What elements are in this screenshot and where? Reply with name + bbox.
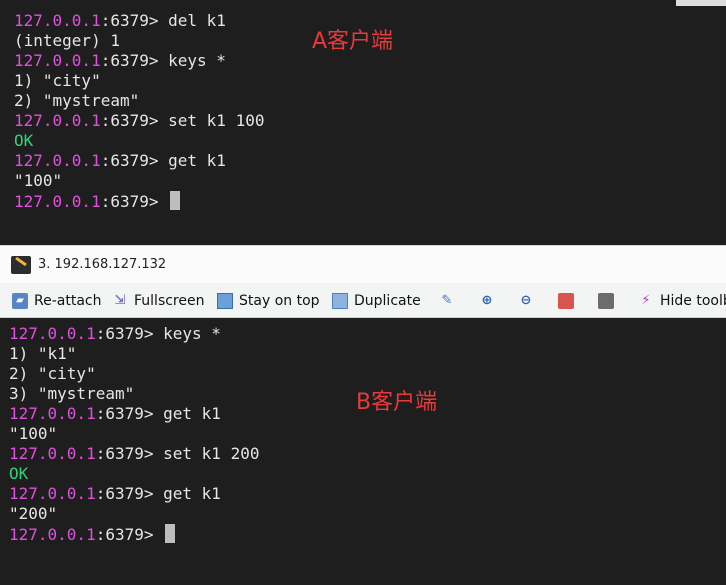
toolbar: ▰ Re-attach ⇲ Fullscreen Stay on top Dup…	[0, 283, 726, 318]
duplicate-label: Duplicate	[354, 292, 421, 309]
terminal-line: 2) "city"	[9, 364, 96, 383]
zoom-in-icon: ⊕	[481, 292, 493, 308]
save-icon	[558, 292, 574, 309]
window-titlebar[interactable]: 3. 192.168.127.132	[0, 245, 726, 283]
duplicate-button[interactable]: Duplicate	[332, 283, 421, 318]
terminal-line: 2) "mystream"	[14, 91, 140, 110]
stay-on-top-button[interactable]: Stay on top	[217, 283, 320, 318]
terminal-line: 127.0.0.1:6379> get k1	[9, 404, 221, 423]
hide-toolbar-icon: ⚡	[641, 292, 651, 308]
terminal-line: 127.0.0.1:6379>	[9, 524, 176, 544]
terminal-line: (integer) 1	[14, 31, 120, 50]
fullscreen-label: Fullscreen	[134, 292, 205, 309]
terminal-line: OK	[9, 464, 29, 483]
fullscreen-button[interactable]: ⇲ Fullscreen	[112, 283, 205, 318]
terminal-line: "100"	[9, 424, 58, 443]
terminal-line: 127.0.0.1:6379> keys *	[9, 324, 221, 343]
terminal-line: 127.0.0.1:6379> get k1	[9, 484, 221, 503]
annotation-a: A客户端	[312, 29, 394, 54]
terminal-line: 127.0.0.1:6379> set k1 200	[9, 444, 260, 463]
zoom-out-button[interactable]: ⊖	[518, 283, 540, 318]
terminal-line: 1) "k1"	[9, 344, 77, 363]
edit-icon: ✎	[441, 292, 453, 308]
reattach-label: Re-attach	[34, 292, 102, 309]
stay-on-top-icon	[217, 292, 233, 309]
terminal-cursor	[170, 191, 181, 210]
zoom-in-button[interactable]: ⊕	[479, 283, 501, 318]
annotation-b: B客户端	[356, 390, 438, 415]
terminal-line: "200"	[9, 504, 58, 523]
terminal-line: 127.0.0.1:6379> del k1	[14, 11, 226, 30]
terminal-cursor	[165, 524, 176, 543]
terminal-b[interactable]: 127.0.0.1:6379> keys * 1) "k1" 2) "city"…	[0, 318, 726, 585]
hide-toolbar-button[interactable]: ⚡ Hide toolba	[638, 283, 726, 318]
stay-on-top-label: Stay on top	[239, 292, 320, 309]
print-button[interactable]	[598, 283, 620, 318]
terminal-line: 127.0.0.1:6379> keys *	[14, 51, 226, 70]
tab-strip	[676, 0, 726, 6]
window-title: 3. 192.168.127.132	[38, 257, 167, 272]
terminal-line: 127.0.0.1:6379> get k1	[14, 151, 226, 170]
terminal-line: OK	[14, 131, 34, 150]
fullscreen-icon: ⇲	[114, 292, 126, 308]
terminal-line: 1) "city"	[14, 71, 101, 90]
terminal-line: 127.0.0.1:6379> set k1 100	[14, 111, 265, 130]
hide-toolbar-label: Hide toolba	[660, 292, 726, 309]
print-icon	[598, 292, 614, 309]
zoom-out-icon: ⊖	[520, 292, 532, 308]
reattach-icon: ▰	[12, 292, 28, 309]
terminal-line: 3) "mystream"	[9, 384, 135, 403]
terminal-line: 127.0.0.1:6379>	[14, 191, 181, 211]
save-button[interactable]	[558, 283, 580, 318]
terminal-app-icon	[11, 256, 31, 274]
edit-button[interactable]: ✎	[439, 283, 461, 318]
reattach-button[interactable]: ▰ Re-attach	[12, 283, 101, 318]
terminal-a[interactable]: 127.0.0.1:6379> del k1 (integer) 1 127.0…	[0, 0, 726, 245]
duplicate-icon	[332, 292, 348, 309]
terminal-line: "100"	[14, 171, 63, 190]
